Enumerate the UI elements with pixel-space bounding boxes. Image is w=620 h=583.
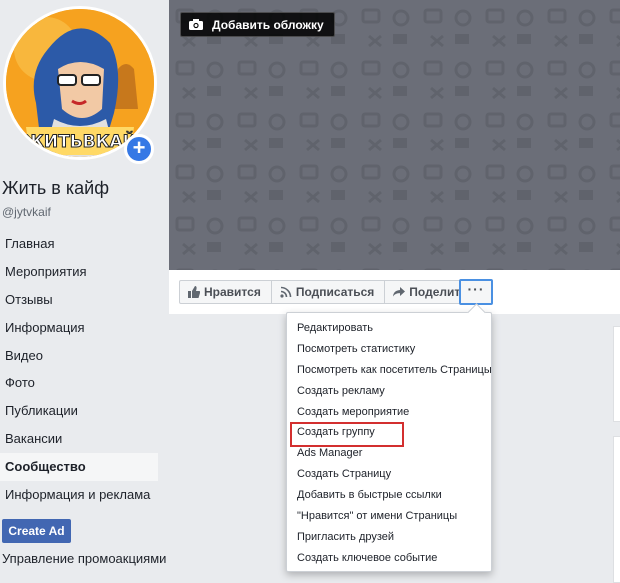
sidebar-item-community[interactable]: Сообщество <box>0 453 158 482</box>
profile-picture-frame: ЖИТЬВКАЙ + <box>3 6 157 164</box>
sidebar-item-jobs[interactable]: Вакансии <box>0 425 158 453</box>
rss-icon <box>280 286 292 298</box>
page-actions-group: Нравится Подписаться Поделиться <box>179 280 493 304</box>
menu-item-view-insights[interactable]: Посмотреть статистику <box>287 339 491 360</box>
sidebar-item-photos[interactable]: Фото <box>0 369 158 397</box>
cover-pattern <box>169 0 620 270</box>
more-options-menu: Редактировать Посмотреть статистику Посм… <box>286 312 492 572</box>
menu-item-edit[interactable]: Редактировать <box>287 318 491 339</box>
sidebar-item-home[interactable]: Главная <box>0 230 158 258</box>
share-arrow-icon <box>393 287 406 297</box>
cover-photo-area: Добавить обложку <box>169 0 620 270</box>
sidebar-item-events[interactable]: Мероприятия <box>0 258 158 286</box>
follow-label: Подписаться <box>295 285 375 299</box>
sidebar-item-posts[interactable]: Публикации <box>0 397 158 425</box>
menu-item-view-as-visitor[interactable]: Посмотреть как посетитель Страницы <box>287 360 492 381</box>
follow-button[interactable]: Подписаться <box>272 281 386 303</box>
page-navigation: Главная Мероприятия Отзывы Информация Ви… <box>0 230 158 509</box>
page-title: Жить в кайф <box>2 178 110 198</box>
page-action-bar: Нравится Подписаться Поделиться ··· <box>169 270 620 314</box>
manage-promotions-link[interactable]: Управление промоакциями <box>2 551 166 566</box>
add-photo-plus-icon[interactable]: + <box>124 134 154 164</box>
sidebar-item-videos[interactable]: Видео <box>0 342 158 370</box>
add-cover-button[interactable]: Добавить обложку <box>180 12 335 37</box>
sidebar-item-reviews[interactable]: Отзывы <box>0 286 158 314</box>
page-username[interactable]: @jytvkaif <box>2 205 51 219</box>
menu-item-create-group[interactable]: Создать группу <box>287 422 491 448</box>
left-sidebar: ЖИТЬВКАЙ + Жить в кайф @jytvkaif Главная… <box>0 0 166 583</box>
create-ad-button[interactable]: Create Ad <box>2 519 71 543</box>
add-cover-label: Добавить обложку <box>212 17 324 32</box>
menu-item-create-milestone[interactable]: Создать ключевое событие <box>287 548 491 569</box>
menu-item-create-ad[interactable]: Создать рекламу <box>287 381 491 402</box>
like-label: Нравится <box>204 285 261 299</box>
menu-item-add-shortcut[interactable]: Добавить в быстрые ссылки <box>287 485 491 506</box>
menu-item-create-page[interactable]: Создать Страницу <box>287 464 491 485</box>
camera-icon <box>189 19 203 30</box>
right-column-card <box>613 436 620 583</box>
menu-item-invite-friends[interactable]: Пригласить друзей <box>287 527 491 548</box>
menu-item-like-as-page[interactable]: "Нравится" от имени Страницы <box>287 506 491 527</box>
right-column-card <box>613 326 620 422</box>
thumbs-up-icon <box>188 286 200 298</box>
menu-item-ads-manager[interactable]: Ads Manager <box>287 443 491 464</box>
sidebar-item-info-and-ads[interactable]: Информация и реклама <box>0 481 158 509</box>
menu-item-create-event[interactable]: Создать мероприятие <box>287 402 491 423</box>
like-button[interactable]: Нравится <box>180 281 272 303</box>
avatar-logo-text: ЖИТЬВКАЙ <box>23 130 137 152</box>
sidebar-item-about[interactable]: Информация <box>0 314 158 342</box>
more-options-button[interactable]: ··· <box>459 279 493 305</box>
